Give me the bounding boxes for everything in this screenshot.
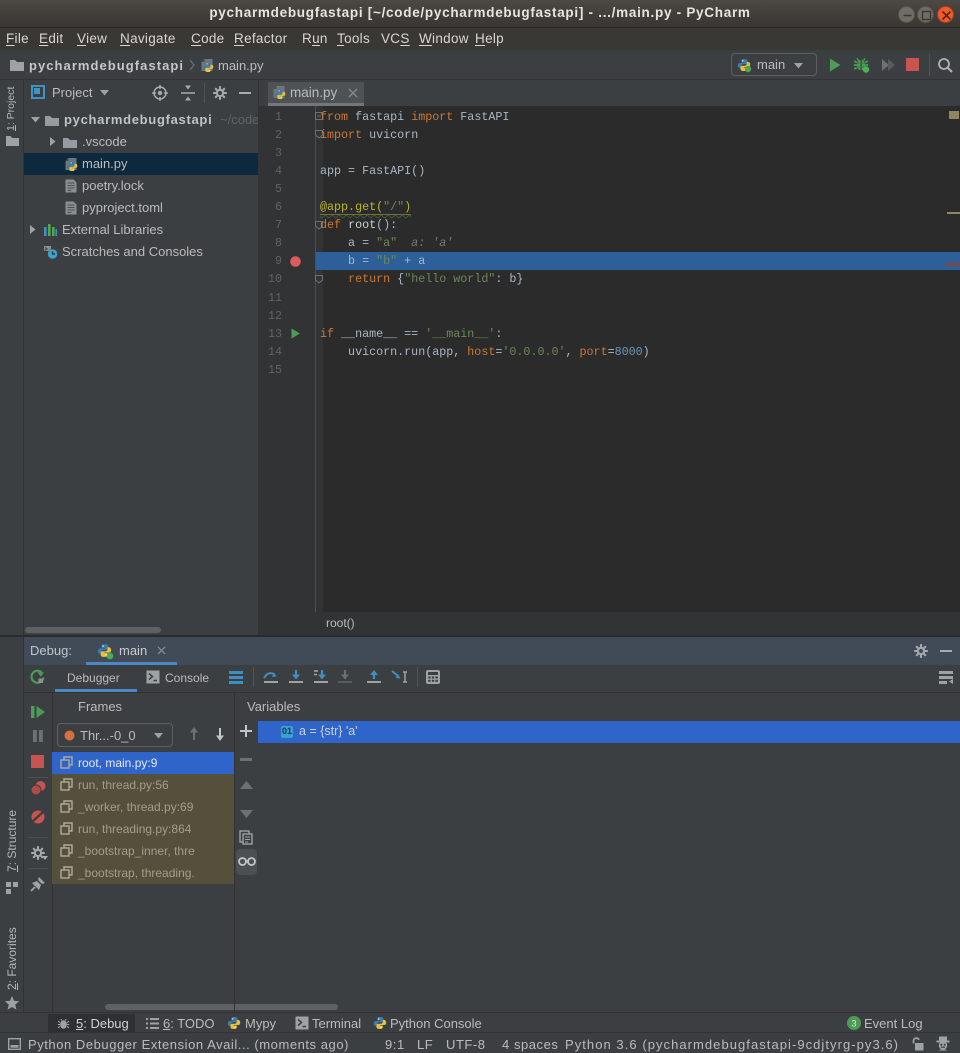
svg-text:3: 3: [851, 1019, 856, 1029]
